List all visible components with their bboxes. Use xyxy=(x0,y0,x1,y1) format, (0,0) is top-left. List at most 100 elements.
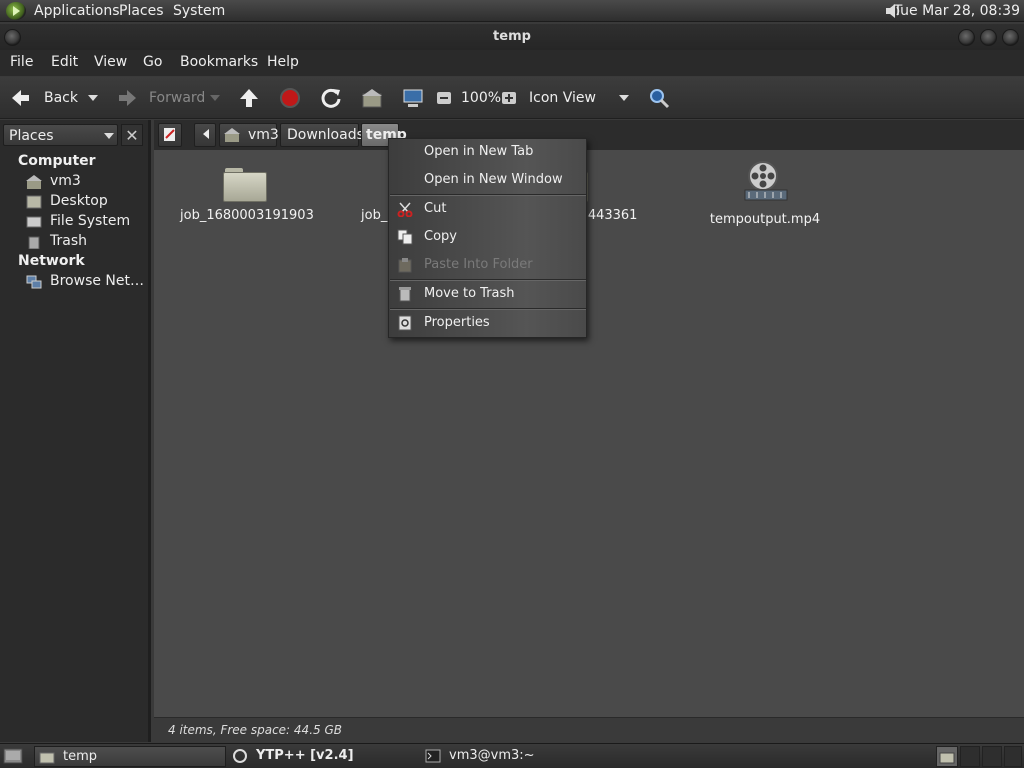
forward-arrow-icon xyxy=(119,90,136,106)
back-history-dropdown-icon[interactable] xyxy=(88,95,98,101)
menu-item-copy[interactable]: Copy xyxy=(389,224,586,250)
file-view[interactable]: job_1680003191903 job_1 004443361 tempou… xyxy=(154,150,1024,717)
window-titlebar[interactable]: temp xyxy=(0,24,1024,50)
sidebar-item-trash[interactable]: Trash xyxy=(26,233,148,251)
edit-icon xyxy=(164,128,175,141)
menu-item-properties[interactable]: Properties xyxy=(389,310,586,336)
menu-item-open-in-new-window[interactable]: Open in New Window xyxy=(389,167,586,193)
menu-item-label: Open in New Window xyxy=(424,172,563,187)
video-file-icon xyxy=(744,161,788,201)
minimize-button[interactable] xyxy=(958,29,975,46)
path-bar: vm3 Downloads temp xyxy=(154,120,1024,150)
context-menu: Open in New Tab Open in New Window Cut C… xyxy=(388,138,587,338)
search-icon[interactable] xyxy=(648,87,670,109)
file-item[interactable]: job_1680003191903 xyxy=(180,166,314,223)
sidebar-item-desktop[interactable]: Desktop xyxy=(26,193,148,211)
close-button[interactable] xyxy=(1002,29,1019,46)
task-ytp[interactable]: YTP++ [v2.4] xyxy=(228,746,418,767)
copy-icon xyxy=(397,229,413,245)
task-label: vm3@vm3:~ xyxy=(449,748,535,763)
menu-bookmarks[interactable]: Bookmarks xyxy=(180,54,258,70)
file-item[interactable]: tempoutput.mp4 xyxy=(700,160,830,227)
menu-go[interactable]: Go xyxy=(143,54,162,70)
status-text: 4 items, Free space: 44.5 GB xyxy=(168,723,342,737)
scissors-icon xyxy=(397,202,413,217)
sidebar-item-browse-network[interactable]: Browse Net… xyxy=(26,273,148,291)
status-bar: 4 items, Free space: 44.5 GB xyxy=(154,717,1024,742)
menubar: File Edit View Go Bookmarks Help xyxy=(0,50,1024,76)
sidebar-item-label: vm3 xyxy=(50,173,81,189)
view-mode-dropdown-icon[interactable] xyxy=(619,95,629,101)
window-title: temp xyxy=(493,29,531,44)
workspace-4[interactable] xyxy=(1004,746,1022,767)
distro-logo-icon[interactable] xyxy=(6,2,26,20)
computer-icon[interactable] xyxy=(402,87,424,109)
workspace-1[interactable] xyxy=(936,746,958,767)
sidebar-item-label: Browse Net… xyxy=(50,273,145,289)
chevron-left-icon xyxy=(203,129,209,139)
menu-help[interactable]: Help xyxy=(267,54,299,70)
crumb-vm3[interactable]: vm3 xyxy=(219,123,279,147)
file-item[interactable]: job_1 xyxy=(330,166,396,223)
back-arrow-icon[interactable] xyxy=(10,87,32,109)
menu-item-label: Cut xyxy=(424,201,447,216)
task-terminal[interactable]: vm3@vm3:~ xyxy=(421,746,611,767)
folder-icon xyxy=(223,166,267,202)
menu-item-move-to-trash[interactable]: Move to Trash xyxy=(389,281,586,307)
taskbar: temp YTP++ [v2.4] vm3@vm3:~ xyxy=(0,743,1024,768)
toolbar: Back Forward 100% Icon View xyxy=(0,77,1024,119)
zoom-level[interactable]: 100% xyxy=(461,90,501,106)
system-menu[interactable]: System xyxy=(173,3,225,19)
view-mode-select[interactable]: Icon View xyxy=(529,90,596,106)
zoom-in-icon[interactable] xyxy=(501,87,517,109)
sidebar-selector-label: Places xyxy=(9,128,54,144)
file-name: tempoutput.mp4 xyxy=(709,212,821,227)
close-sidebar-icon[interactable]: ✕ xyxy=(121,124,143,146)
sidebar: Places ✕ Computer vm3 Desktop File Syste… xyxy=(0,120,151,742)
menu-file[interactable]: File xyxy=(10,54,33,70)
show-desktop-icon[interactable] xyxy=(3,748,23,764)
chevron-down-icon xyxy=(104,133,114,139)
clock[interactable]: Tue Mar 28, 08:39 xyxy=(894,3,1020,19)
stop-icon[interactable] xyxy=(279,87,301,109)
places-menu[interactable]: Places xyxy=(119,3,164,19)
task-temp[interactable]: temp xyxy=(34,746,226,767)
zoom-out-icon[interactable] xyxy=(436,87,452,109)
menu-item-open-in-new-tab[interactable]: Open in New Tab xyxy=(389,139,586,165)
file-name: job_1 xyxy=(361,208,396,223)
maximize-button[interactable] xyxy=(980,29,997,46)
path-scroll-left-button[interactable] xyxy=(194,123,216,147)
menu-item-label: Paste Into Folder xyxy=(424,257,533,272)
back-button[interactable]: Back xyxy=(44,90,78,106)
home-icon xyxy=(26,175,42,189)
toggle-location-entry-button[interactable] xyxy=(158,123,182,147)
sidebar-item-label: Desktop xyxy=(50,193,108,209)
reload-icon[interactable] xyxy=(320,87,342,109)
task-label: YTP++ [v2.4] xyxy=(256,748,354,763)
menu-view[interactable]: View xyxy=(94,54,127,70)
sidebar-item-vm3[interactable]: vm3 xyxy=(26,173,148,191)
home-icon[interactable] xyxy=(361,87,383,109)
menu-edit[interactable]: Edit xyxy=(51,54,78,70)
workspace-3[interactable] xyxy=(982,746,1002,767)
menu-item-paste-into-folder: Paste Into Folder xyxy=(389,252,586,278)
menu-item-label: Move to Trash xyxy=(424,286,515,301)
app-icon xyxy=(233,749,247,763)
up-arrow-icon[interactable] xyxy=(238,87,260,109)
desktop-icon xyxy=(26,195,42,209)
trash-icon xyxy=(28,236,40,249)
forward-history-dropdown-icon xyxy=(210,95,220,101)
file-name: job_1680003191903 xyxy=(180,208,314,223)
crumb-downloads[interactable]: Downloads xyxy=(280,123,364,147)
applications-menu[interactable]: Applications xyxy=(34,3,120,19)
network-icon xyxy=(26,275,42,289)
menu-item-label: Properties xyxy=(424,315,490,330)
menu-item-cut[interactable]: Cut xyxy=(389,196,586,222)
menu-item-label: Open in New Tab xyxy=(424,144,534,159)
forward-button: Forward xyxy=(149,90,206,106)
sidebar-item-file-system[interactable]: File System xyxy=(26,213,148,231)
folder-icon xyxy=(939,752,955,764)
workspace-2[interactable] xyxy=(960,746,980,767)
sidebar-selector[interactable]: Places xyxy=(3,124,118,146)
sidebar-item-label: Trash xyxy=(50,233,87,249)
